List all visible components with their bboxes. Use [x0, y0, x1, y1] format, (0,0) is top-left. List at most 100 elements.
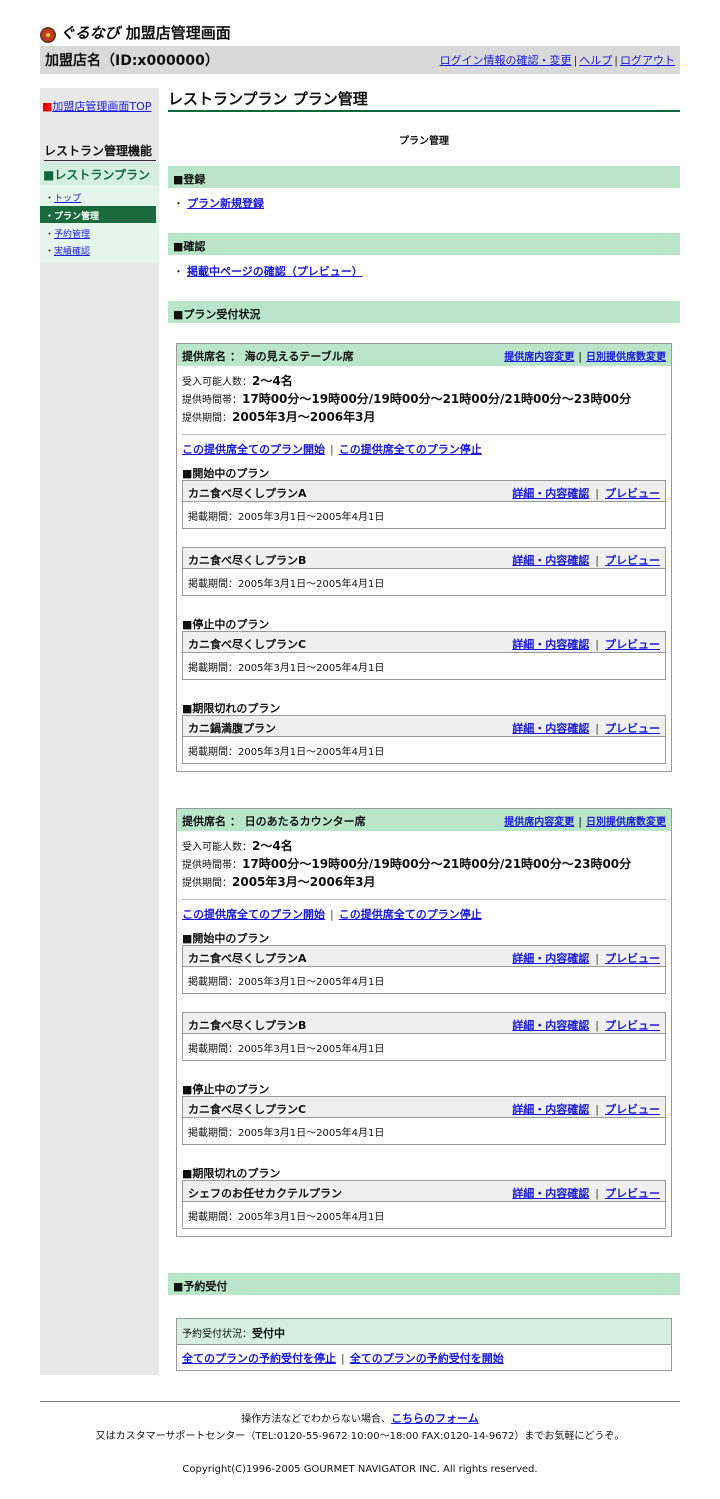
app-title: 加盟店管理画面: [125, 24, 231, 42]
plan-period: 掲載期間：2005年3月1日〜2005年4月1日: [183, 737, 665, 763]
help-link[interactable]: ヘルプ: [579, 54, 612, 67]
plan-detail-link[interactable]: 詳細・内容確認: [512, 487, 589, 500]
time-label: 提供時間帯：: [182, 860, 242, 871]
plan-header: カニ食べ尽くしプランC 詳細・内容確認 | プレビュー: [183, 1097, 665, 1118]
plan-header: カニ食べ尽くしプランC 詳細・内容確認 | プレビュー: [183, 632, 665, 653]
plan-detail-link[interactable]: 詳細・内容確認: [512, 1187, 589, 1200]
plan-detail-link[interactable]: 詳細・内容確認: [512, 952, 589, 965]
seat-info: 受入可能人数：2〜4名 提供時間帯：17時00分〜19時00分/19時00分〜2…: [177, 366, 671, 430]
plan-header: シェフのお任せカクテルプラン 詳細・内容確認 | プレビュー: [183, 1181, 665, 1202]
plan-preview-link[interactable]: プレビュー: [605, 487, 660, 500]
period-value: 2005年3月1日〜2005年4月1日: [238, 1128, 385, 1139]
plan-detail-link[interactable]: 詳細・内容確認: [512, 638, 589, 651]
plan-links: 詳細・内容確認 | プレビュー: [512, 554, 660, 567]
plan-header: カニ食べ尽くしプランB 詳細・内容確認 | プレビュー: [183, 548, 665, 569]
sidebar: ■加盟店管理画面TOP レストラン管理機能 ■レストランプラン ・トップ ・プラ…: [40, 88, 159, 1375]
plan-preview-link[interactable]: プレビュー: [605, 554, 660, 567]
period-label: 掲載期間：: [188, 747, 238, 758]
period-label: 掲載期間：: [188, 663, 238, 674]
sidebar-heading: レストラン管理機能: [44, 142, 156, 161]
plan-header: カニ食べ尽くしプランA 詳細・内容確認 | プレビュー: [183, 946, 665, 967]
capacity-value: 2〜4名: [252, 839, 293, 853]
range-value: 2005年3月〜2006年3月: [232, 410, 376, 424]
stop-all-reservations-link[interactable]: 全てのプランの予約受付を停止: [182, 1352, 336, 1365]
reservation-links: 全てのプランの予約受付を停止 | 全てのプランの予約受付を開始: [182, 1352, 504, 1365]
plan-links: 詳細・内容確認 | プレビュー: [512, 722, 660, 735]
reservation-status-label: 予約受付状況：: [182, 1329, 252, 1340]
period-value: 2005年3月1日〜2005年4月1日: [238, 579, 385, 590]
plan-preview-link[interactable]: プレビュー: [605, 1103, 660, 1116]
plan-links: 詳細・内容確認 | プレビュー: [512, 952, 660, 965]
plan-links: 詳細・内容確認 | プレビュー: [512, 1019, 660, 1032]
period-value: 2005年3月1日〜2005年4月1日: [238, 1212, 385, 1223]
plan-preview-link[interactable]: プレビュー: [605, 1187, 660, 1200]
plan-name: カニ食べ尽くしプランA: [188, 487, 307, 500]
stop-all-plans-link[interactable]: この提供席全てのプラン停止: [339, 443, 482, 456]
daily-seat-count-change-link[interactable]: 日別提供席数変更: [586, 817, 666, 828]
logo-row: ぐるなび 加盟店管理画面: [0, 0, 720, 45]
sidebar-section-title: ■レストランプラン: [40, 163, 159, 185]
period-value: 2005年3月1日〜2005年4月1日: [238, 1044, 385, 1055]
plan-detail-link[interactable]: 詳細・内容確認: [512, 722, 589, 735]
daily-seat-count-change-link[interactable]: 日別提供席数変更: [586, 352, 666, 363]
footer-support-line: 又はカスタマーサポートセンター（TEL:0120-55-9672 10:00〜1…: [95, 1431, 625, 1442]
reservation-status: 予約受付状況：受付中: [177, 1319, 671, 1345]
sidebar-item-top[interactable]: ・トップ: [40, 188, 156, 205]
plan-card: シェフのお任せカクテルプラン 詳細・内容確認 | プレビュー 掲載期間：2005年3月…: [182, 1180, 666, 1229]
stop-all-plans-link[interactable]: この提供席全てのプラン停止: [339, 908, 482, 921]
plan-header: カニ食べ尽くしプランA 詳細・内容確認 | プレビュー: [183, 481, 665, 502]
admin-top-link[interactable]: 加盟店管理画面TOP: [52, 100, 151, 113]
seat-header-links: 提供席内容変更 | 日別提供席数変更: [504, 350, 666, 363]
new-plan-register-link[interactable]: プラン新規登録: [187, 197, 264, 210]
plan-detail-link[interactable]: 詳細・内容確認: [512, 1019, 589, 1032]
contact-form-link[interactable]: こちらのフォーム: [391, 1412, 479, 1425]
plan-name: カニ食べ尽くしプランC: [188, 638, 307, 651]
plan-header: カニ食べ尽くしプランB 詳細・内容確認 | プレビュー: [183, 1013, 665, 1034]
period-value: 2005年3月1日〜2005年4月1日: [238, 663, 385, 674]
section-register: ■登録: [168, 166, 680, 188]
login-info-link[interactable]: ログイン情報の確認・変更: [440, 54, 572, 67]
sidebar-item-reservation-link[interactable]: 予約管理: [54, 230, 90, 240]
sidebar-item-reservation[interactable]: ・予約管理: [40, 224, 156, 241]
sidebar-item-top-link[interactable]: トップ: [54, 194, 81, 204]
seat-content-change-link[interactable]: 提供席内容変更: [504, 817, 574, 828]
header: ぐるなび 加盟店管理画面 加盟店名（ID:x000000） ログイン情報の確認・…: [0, 0, 720, 74]
sidebar-item-results[interactable]: ・実績確認: [40, 241, 156, 258]
confirm-link-row: ・掲載中ページの確認（プレビュー）: [173, 265, 363, 278]
sidebar-item-results-link[interactable]: 実績確認: [54, 247, 90, 257]
store-bar: 加盟店名（ID:x000000） ログイン情報の確認・変更 | ヘルプ | ログアウト: [40, 46, 680, 74]
plan-preview-link[interactable]: プレビュー: [605, 1019, 660, 1032]
range-label: 提供期間：: [182, 878, 232, 889]
footer: 操作方法などでわからない場合、こちらのフォーム 又はカスタマーサポートセンター（…: [40, 1401, 680, 1475]
plan-preview-link[interactable]: プレビュー: [605, 638, 660, 651]
period-label: 掲載期間：: [188, 1212, 238, 1223]
seat-content-change-link[interactable]: 提供席内容変更: [504, 352, 574, 363]
period-label: 掲載期間：: [188, 579, 238, 590]
sidebar-nav: ・トップ ・プラン管理 ・予約管理 ・実績確認: [40, 185, 159, 263]
plan-preview-link[interactable]: プレビュー: [605, 722, 660, 735]
range-value: 2005年3月〜2006年3月: [232, 875, 376, 889]
reservation-box: 予約受付状況：受付中 全てのプランの予約受付を停止 | 全てのプランの予約受付を開始: [176, 1318, 672, 1371]
start-all-plans-link[interactable]: この提供席全てのプラン開始: [182, 443, 325, 456]
plan-card: カニ食べ尽くしプランC 詳細・内容確認 | プレビュー 掲載期間：2005年3月1日〜…: [182, 1096, 666, 1145]
start-all-reservations-link[interactable]: 全てのプランの予約受付を開始: [350, 1352, 504, 1365]
preview-page-link[interactable]: 掲載中ページの確認（プレビュー）: [187, 265, 363, 278]
plan-preview-link[interactable]: プレビュー: [605, 952, 660, 965]
group-expired-label: ■期限切れのプラン: [182, 702, 281, 715]
logout-link[interactable]: ログアウト: [620, 54, 675, 67]
group-active-label: ■開始中のプラン: [182, 932, 270, 945]
plan-detail-link[interactable]: 詳細・内容確認: [512, 554, 589, 567]
plan-name: シェフのお任せカクテルプラン: [188, 1187, 342, 1200]
section-confirm: ■確認: [168, 233, 680, 255]
footer-help-text: 操作方法などでわからない場合、: [241, 1414, 392, 1425]
register-link-row: ・プラン新規登録: [173, 197, 264, 210]
seat-ops: この提供席全てのプラン開始 | この提供席全てのプラン停止: [182, 899, 666, 927]
plan-name: カニ食べ尽くしプランB: [188, 1019, 307, 1032]
section-plan-status: ■プラン受付状況: [168, 301, 680, 323]
start-all-plans-link[interactable]: この提供席全てのプラン開始: [182, 908, 325, 921]
seat-box: 提供席名 ： 日のあたるカウンター席 提供席内容変更 | 日別提供席数変更 受入可能…: [176, 808, 672, 1237]
plan-detail-link[interactable]: 詳細・内容確認: [512, 1103, 589, 1116]
sidebar-item-plan-management[interactable]: ・プラン管理: [40, 206, 156, 223]
reservation-status-value: 受付中: [252, 1327, 285, 1340]
plan-period: 掲載期間：2005年3月1日〜2005年4月1日: [183, 1118, 665, 1144]
